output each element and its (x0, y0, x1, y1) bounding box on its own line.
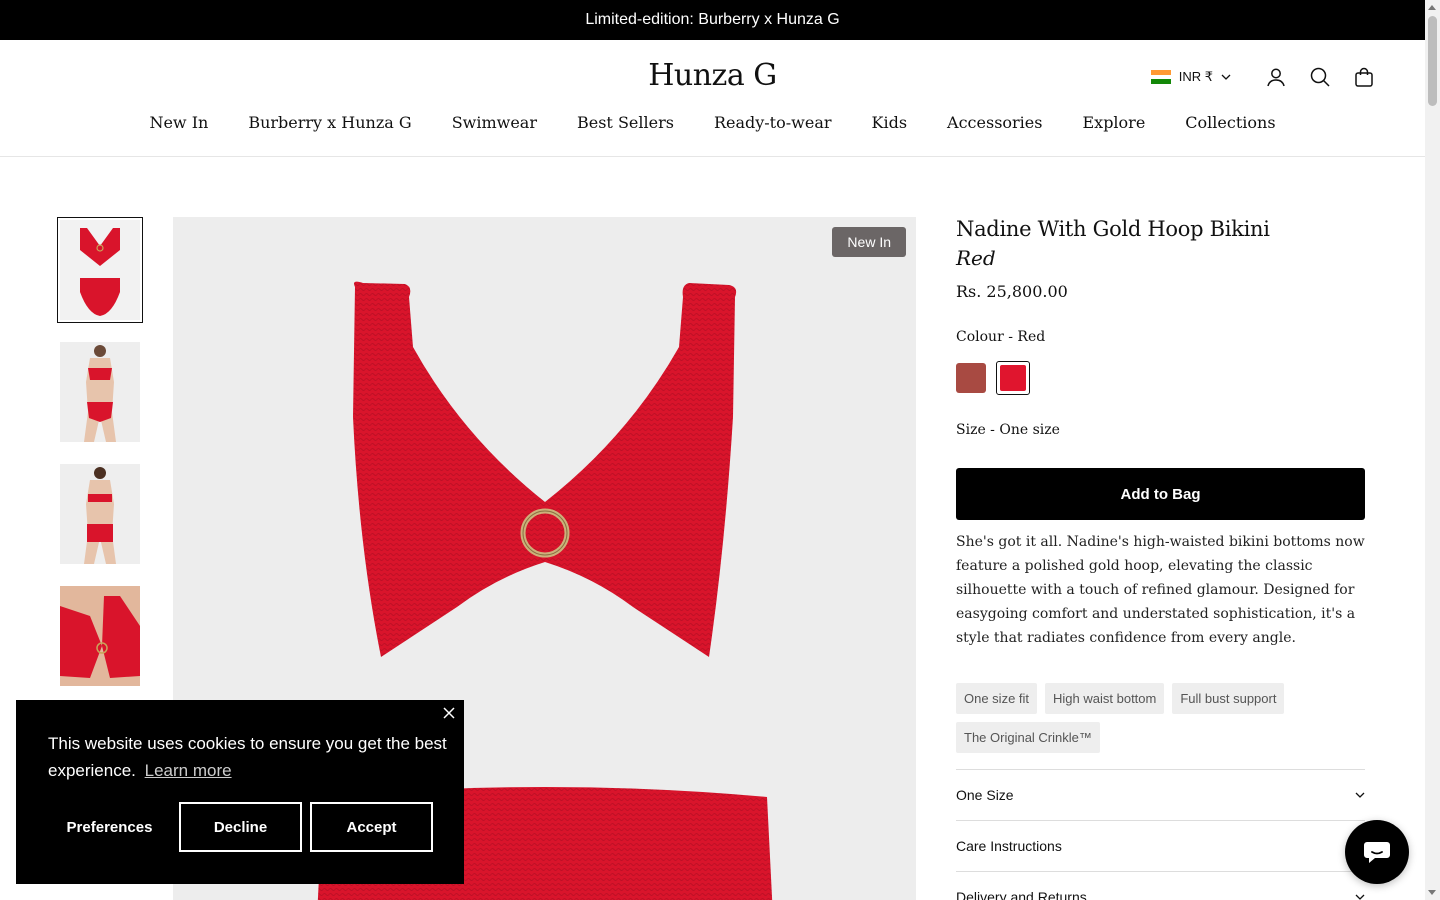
nav-item-new-in[interactable]: New In (149, 113, 208, 132)
size-label: Size - One size (956, 422, 1060, 438)
cookie-actions: Preferences Decline Accept (48, 802, 433, 852)
thumb-model-closeup (60, 586, 140, 686)
header-actions: INR ₹ (1150, 66, 1375, 88)
nav-item-collections[interactable]: Collections (1185, 113, 1275, 132)
new-in-badge: New In (832, 227, 906, 257)
thumbnail-item[interactable] (57, 339, 143, 445)
thumbnail-item[interactable] (57, 217, 143, 323)
currency-selector[interactable]: INR ₹ (1150, 69, 1231, 85)
nav-item-swimwear[interactable]: Swimwear (452, 113, 537, 132)
accordion-care-instructions[interactable]: Care Instructions (956, 820, 1365, 871)
cookie-message: This website uses cookies to ensure you … (48, 730, 448, 784)
accordion-label: Care Instructions (956, 838, 1062, 854)
close-icon[interactable] (442, 706, 456, 720)
feature-tags: One size fit High waist bottom Full bust… (956, 683, 1316, 753)
nav-item-explore[interactable]: Explore (1082, 113, 1145, 132)
thumbnail-item[interactable] (57, 583, 143, 689)
nav-item-kids[interactable]: Kids (872, 113, 908, 132)
feature-tag: High waist bottom (1045, 683, 1165, 714)
product-colour-subtitle: Red (956, 246, 996, 270)
main-nav: New In Burberry x Hunza G Swimwear Best … (0, 113, 1425, 132)
learn-more-link[interactable]: Learn more (145, 761, 232, 780)
decline-button[interactable]: Decline (179, 802, 302, 852)
cookie-text: This website uses cookies to ensure you … (48, 734, 447, 780)
chat-icon (1364, 842, 1390, 863)
product-description: She's got it all. Nadine's high-waisted … (956, 534, 1365, 646)
swatch-red-selected[interactable] (996, 361, 1030, 395)
currency-label: INR ₹ (1178, 69, 1213, 84)
product-title: Nadine With Gold Hoop Bikini (956, 217, 1270, 241)
chevron-down-icon (1355, 894, 1365, 900)
chat-button[interactable] (1345, 820, 1409, 884)
search-icon[interactable] (1309, 66, 1331, 88)
product-price: Rs. 25,800.00 (956, 282, 1068, 301)
thumb-model-back (60, 464, 140, 564)
chevron-down-icon (1221, 74, 1231, 80)
announcement-bar: Limited-edition: Burberry x Hunza G (0, 0, 1425, 40)
account-icon[interactable] (1265, 66, 1287, 88)
accordion-one-size[interactable]: One Size (956, 769, 1365, 820)
scrollbar-thumb[interactable] (1428, 16, 1437, 106)
add-to-bag-button[interactable]: Add to Bag (956, 468, 1365, 520)
feature-tag: One size fit (956, 683, 1038, 714)
preferences-button[interactable]: Preferences (48, 802, 171, 852)
page-scrollbar[interactable] (1425, 0, 1440, 900)
product-info: Nadine With Gold Hoop Bikini Red Rs. 25,… (956, 214, 1365, 900)
thumb-product-flatlay (60, 220, 140, 320)
product-accordion: One Size Care Instructions Delivery and … (956, 769, 1365, 900)
feature-tag: The Original Crinkle™ (956, 722, 1100, 753)
nav-item-ready-to-wear[interactable]: Ready-to-wear (714, 113, 832, 132)
colour-label: Colour (956, 329, 1004, 345)
chevron-down-icon (1355, 792, 1365, 798)
scroll-down-icon[interactable] (1428, 890, 1436, 895)
scroll-up-icon[interactable] (1428, 5, 1436, 10)
announcement-text[interactable]: Limited-edition: Burberry x Hunza G (585, 11, 839, 29)
accordion-label: One Size (956, 787, 1014, 803)
swatch-brick[interactable] (956, 363, 986, 393)
thumb-model-front (60, 342, 140, 442)
cookie-banner: This website uses cookies to ensure you … (16, 700, 464, 884)
india-flag-icon (1150, 70, 1171, 85)
accept-button[interactable]: Accept (310, 802, 433, 852)
bag-icon[interactable] (1353, 66, 1375, 88)
accordion-delivery-returns[interactable]: Delivery and Returns (956, 871, 1365, 900)
colour-value: - Red (1008, 329, 1046, 345)
nav-item-burberry[interactable]: Burberry x Hunza G (248, 113, 411, 132)
colour-swatches (956, 361, 1365, 395)
nav-item-accessories[interactable]: Accessories (947, 113, 1042, 132)
feature-tag: Full bust support (1172, 683, 1285, 714)
nav-item-best-sellers[interactable]: Best Sellers (577, 113, 674, 132)
accordion-label: Delivery and Returns (956, 889, 1087, 900)
site-header: Hunza G INR ₹ New In Burberry x Hunza G … (0, 40, 1425, 157)
colour-option-label: Colour - Red (956, 329, 1365, 345)
thumbnail-item[interactable] (57, 461, 143, 567)
